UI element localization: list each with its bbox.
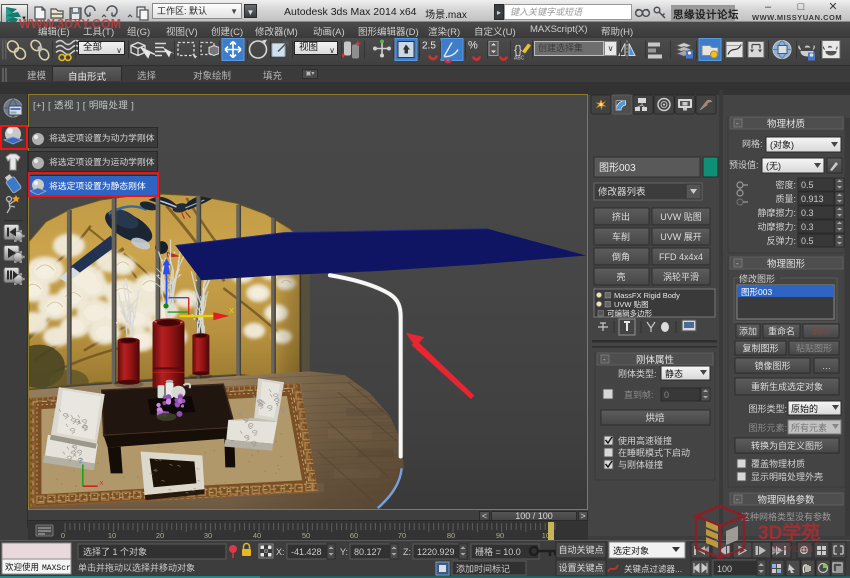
svg-text:50: 50: [302, 531, 310, 540]
svg-text:使用高速碰撞: 使用高速碰撞: [618, 435, 672, 446]
svg-text:修改器列表: 修改器列表: [598, 186, 646, 198]
svg-text:物理材质: 物理材质: [767, 118, 806, 130]
svg-text:网格:: 网格:: [742, 138, 763, 149]
svg-text:(对象): (对象): [770, 139, 794, 150]
svg-text:预设值:: 预设值:: [729, 159, 759, 170]
svg-text:x: x: [100, 480, 104, 487]
svg-text:图形003: 图形003: [741, 287, 772, 297]
svg-text:刚体类型:: 刚体类型:: [618, 368, 657, 379]
svg-text:添加时间标记: 添加时间标记: [456, 563, 510, 574]
svg-text:80.127: 80.127: [354, 547, 382, 557]
svg-text:栅格 = 10.0: 栅格 = 10.0: [475, 546, 521, 557]
svg-text:1220.929: 1220.929: [417, 547, 455, 557]
svg-text:x: x: [229, 305, 234, 315]
svg-text:30: 30: [204, 531, 212, 540]
svg-text:覆盖物理材质: 覆盖物理材质: [751, 458, 805, 469]
svg-text:烘焙: 烘焙: [645, 412, 665, 424]
svg-text:X:: X:: [276, 547, 285, 557]
svg-text:转换为自定义图形: 转换为自定义图形: [751, 440, 823, 451]
svg-text:重命名: 重命名: [768, 325, 795, 336]
svg-text:粘贴图形: 粘贴图形: [796, 342, 832, 353]
svg-text:40: 40: [253, 531, 261, 540]
svg-text:…: …: [822, 361, 831, 371]
svg-text:复制图形: 复制图形: [742, 342, 778, 353]
svg-text:车削: 车削: [612, 231, 630, 242]
svg-text:-: -: [736, 119, 739, 128]
svg-text:80: 80: [447, 531, 455, 540]
svg-text:(无): (无): [766, 161, 781, 171]
svg-text:挤出: 挤出: [612, 211, 630, 222]
svg-text:3DXY.COM: 3DXY.COM: [772, 545, 813, 554]
svg-text:显示明暗处理外壳: 显示明暗处理外壳: [751, 471, 823, 482]
svg-text:Z:: Z:: [403, 547, 411, 557]
svg-text:ABC: ABC: [514, 56, 525, 62]
svg-text:UVW 贴图: UVW 贴图: [614, 299, 649, 309]
svg-text:图形类型:: 图形类型:: [748, 403, 787, 414]
svg-text:静摩擦力:: 静摩擦力:: [757, 207, 796, 218]
svg-text:重新生成选定对象: 重新生成选定对象: [751, 381, 823, 392]
svg-text:倒角: 倒角: [612, 251, 630, 262]
svg-text:0.5: 0.5: [801, 180, 814, 190]
svg-text:0: 0: [61, 531, 65, 540]
svg-text:3D学苑: 3D学苑: [758, 521, 820, 544]
svg-text:图形元素:: 图形元素:: [748, 422, 787, 433]
svg-text:壳: 壳: [616, 271, 625, 282]
svg-text:镜像图形: 镜像图形: [754, 360, 790, 371]
svg-text:静态: 静态: [665, 368, 683, 379]
svg-text:%: %: [468, 40, 478, 52]
svg-text:涡轮平滑: 涡轮平滑: [663, 271, 699, 282]
svg-text:UVW 贴图: UVW 贴图: [660, 211, 702, 222]
svg-text:反弹力:: 反弹力:: [766, 235, 796, 246]
svg-text:100: 100: [717, 564, 732, 574]
svg-text:10: 10: [108, 531, 116, 540]
svg-text:直到帧:: 直到帧:: [624, 389, 654, 400]
svg-text:0.3: 0.3: [801, 208, 814, 218]
svg-text:20: 20: [156, 531, 164, 540]
svg-text:选定对象: 选定对象: [613, 545, 649, 556]
svg-text:2.5: 2.5: [422, 41, 436, 52]
svg-text:z: z: [79, 457, 83, 464]
svg-text:动摩擦力:: 动摩擦力:: [757, 221, 796, 232]
svg-text:-: -: [736, 259, 739, 268]
svg-text:设置关键点: 设置关键点: [558, 562, 603, 573]
svg-text:60: 60: [350, 531, 358, 540]
svg-text:{}: {}: [514, 43, 522, 57]
svg-text:选择了 1 个对象: 选择了 1 个对象: [83, 546, 147, 557]
svg-text:原始的: 原始的: [791, 403, 818, 414]
svg-text:可编辑多边形: 可编辑多边形: [607, 308, 652, 318]
svg-text:欢迎使用: 欢迎使用: [5, 562, 39, 572]
svg-text:修改图形: 修改图形: [739, 273, 775, 284]
svg-text:-: -: [603, 355, 606, 364]
svg-text:自动关键点: 自动关键点: [558, 544, 603, 555]
svg-text:单击并拖动以选择并移动对象: 单击并拖动以选择并移动对象: [78, 562, 195, 573]
svg-text:MassFX Rigid Body: MassFX Rigid Body: [614, 291, 680, 300]
svg-text:关键点过滤器...: 关键点过滤器...: [624, 564, 682, 574]
svg-text:添加: 添加: [739, 326, 757, 336]
svg-text:质量:: 质量:: [775, 193, 796, 204]
svg-text:-41.428: -41.428: [291, 547, 322, 557]
svg-text:0.913: 0.913: [801, 194, 824, 204]
svg-text:0.5: 0.5: [801, 236, 814, 246]
svg-text:与刚体碰撞: 与刚体碰撞: [618, 459, 663, 470]
svg-text:物理图形: 物理图形: [767, 258, 806, 270]
svg-text:70: 70: [398, 531, 406, 540]
svg-text:刚体属性: 刚体属性: [636, 354, 675, 366]
svg-text:FFD 4x4x4: FFD 4x4x4: [659, 252, 703, 262]
svg-text:删除: 删除: [812, 325, 830, 336]
svg-text:所有元素: 所有元素: [791, 422, 827, 433]
svg-text:密度:: 密度:: [775, 179, 796, 190]
svg-text:MAXScr: MAXScr: [42, 564, 71, 573]
svg-text:图形003: 图形003: [599, 162, 636, 174]
svg-text:UVW 展开: UVW 展开: [660, 232, 702, 242]
svg-text:[+] [ 透视 ] [ 明暗处理 ]: [+] [ 透视 ] [ 明暗处理 ]: [33, 99, 134, 110]
svg-text:0: 0: [664, 390, 669, 400]
svg-text:0.3: 0.3: [801, 222, 814, 232]
svg-text:90: 90: [496, 531, 504, 540]
svg-text:Y:: Y:: [340, 547, 348, 557]
svg-text:在睡眠模式下启动: 在睡眠模式下启动: [618, 447, 690, 458]
